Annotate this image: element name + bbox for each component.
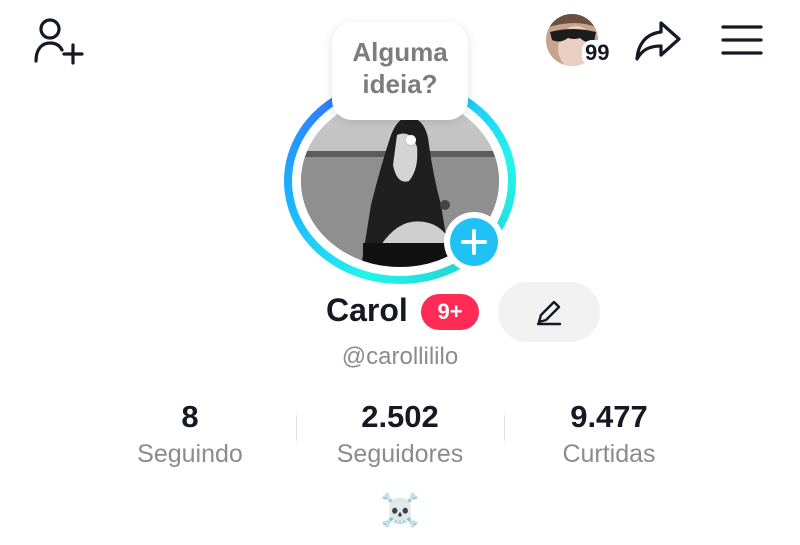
followers-count: 2.502 (361, 399, 439, 434)
person-plus-icon (34, 18, 84, 65)
profile-name: Carol (326, 292, 408, 328)
plus-icon (461, 229, 487, 255)
pencil-icon (536, 300, 562, 326)
story-prompt-bubble[interactable]: Alguma ideia? (332, 22, 468, 120)
divider (504, 415, 505, 441)
profile-handle: @carollililo (341, 343, 459, 370)
add-friend-button[interactable] (28, 14, 88, 68)
following-count: 8 (181, 399, 199, 434)
prompt-line-1: Alguma (352, 37, 448, 67)
bio-emoji: ☠️ (380, 492, 420, 528)
stat-followers[interactable]: 2.502 Seguidores (300, 398, 500, 469)
divider (296, 415, 297, 441)
likes-count: 9.477 (570, 399, 648, 434)
share-arrow-icon (635, 21, 681, 61)
visitors-count: 99 (582, 40, 613, 66)
share-button[interactable] (630, 14, 686, 68)
profile-visitors-button[interactable]: 99 (546, 14, 616, 68)
prompt-line-2: ideia? (362, 69, 438, 99)
following-label: Seguindo (137, 440, 243, 468)
stat-following[interactable]: 8 Seguindo (90, 398, 290, 469)
followers-label: Seguidores (336, 440, 464, 468)
hamburger-menu-icon (721, 25, 763, 55)
stat-likes[interactable]: 9.477 Curtidas (509, 398, 709, 469)
notification-badge[interactable]: 9+ (421, 294, 479, 330)
edit-profile-button[interactable] (498, 282, 600, 342)
add-story-button[interactable] (444, 212, 504, 272)
likes-label: Curtidas (562, 440, 656, 468)
menu-button[interactable] (716, 18, 768, 62)
